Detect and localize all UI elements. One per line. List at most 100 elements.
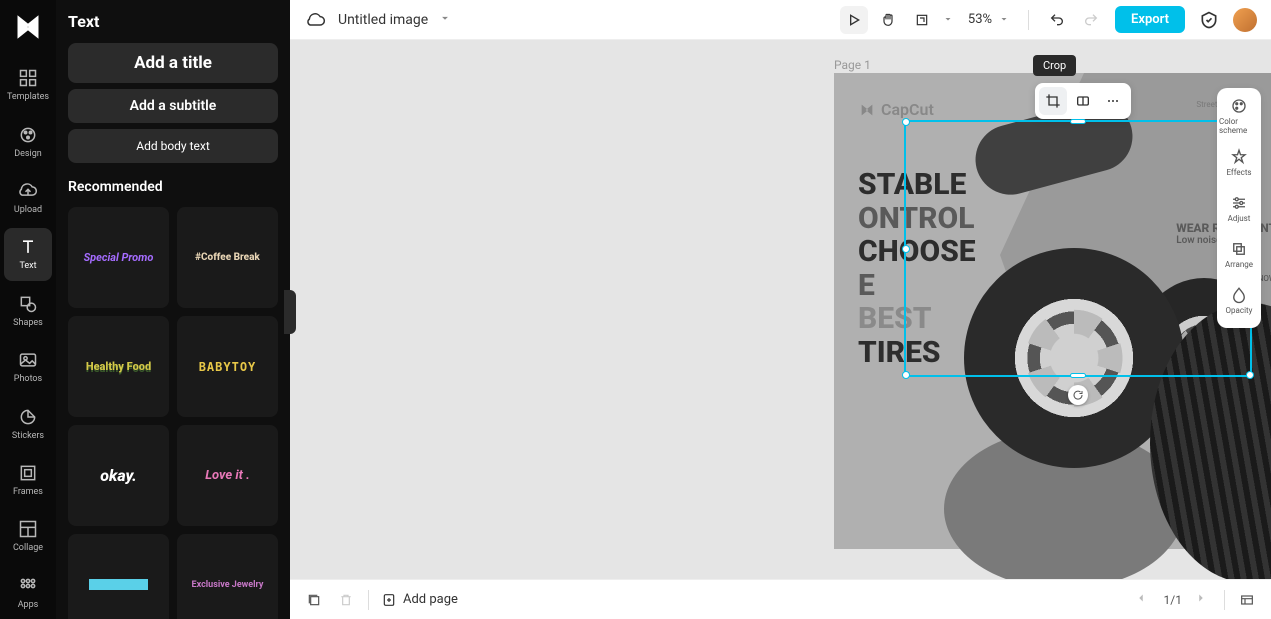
recommended-item-3[interactable]: BABYTOY	[177, 316, 278, 417]
recommended-label: Healthy Food	[86, 360, 151, 373]
divider	[1224, 590, 1225, 610]
headline-l6: TIRES	[858, 336, 976, 370]
nav-stickers-label: Stickers	[12, 431, 44, 441]
effects-button[interactable]: Effects	[1219, 140, 1259, 184]
headline-l5: BEST	[858, 302, 976, 336]
zoom-chevron-icon[interactable]	[998, 10, 1014, 29]
add-body-text-button[interactable]: Add body text	[68, 129, 278, 163]
file-title[interactable]: Untitled image	[338, 12, 428, 28]
app-logo[interactable]	[10, 10, 46, 45]
text-panel: Text Add a title Add a subtitle Add body…	[56, 0, 290, 619]
adjust-button[interactable]: Adjust	[1219, 186, 1259, 230]
flip-button[interactable]	[1069, 87, 1097, 115]
nav-rail: Templates Design Upload Text Shapes Phot…	[0, 0, 56, 619]
zoom-value[interactable]: 53%	[968, 12, 992, 27]
arrange-label: Arrange	[1225, 260, 1253, 269]
color-scheme-button[interactable]: Color scheme	[1219, 94, 1259, 138]
nav-photos[interactable]: Photos	[4, 341, 52, 393]
recommended-item-6[interactable]: FRESH LOOK	[68, 534, 169, 619]
recommended-label: Love it .	[205, 468, 250, 483]
nav-collage-label: Collage	[13, 543, 43, 553]
user-avatar[interactable]	[1233, 8, 1257, 32]
rotate-handle[interactable]	[1068, 385, 1088, 405]
page-indicator: 1/1	[1164, 593, 1182, 607]
nav-apps[interactable]: Apps	[4, 567, 52, 619]
effects-label: Effects	[1226, 168, 1251, 177]
nav-frames[interactable]: Frames	[4, 454, 52, 506]
crop-button[interactable]	[1039, 87, 1067, 115]
next-page-button[interactable]	[1194, 590, 1212, 609]
delete-page-button[interactable]	[336, 590, 356, 610]
recommended-label: #Coffee Break	[195, 252, 260, 263]
add-page-label: Add page	[403, 592, 458, 607]
hand-tool-button[interactable]	[874, 6, 902, 34]
prev-page-button[interactable]	[1134, 590, 1152, 609]
nav-design[interactable]: Design	[4, 115, 52, 167]
nav-design-label: Design	[14, 149, 42, 159]
recommended-item-0[interactable]: Special Promo	[68, 207, 169, 308]
panel-title: Text	[68, 12, 278, 31]
nav-templates-label: Templates	[7, 92, 49, 102]
recommended-label: FRESH LOOK	[89, 579, 148, 590]
adjust-label: Adjust	[1228, 214, 1251, 223]
page-label: Page 1	[834, 58, 871, 72]
recommended-heading: Recommended	[68, 179, 278, 195]
nav-shapes[interactable]: Shapes	[4, 285, 52, 337]
nav-shapes-label: Shapes	[13, 318, 43, 328]
nav-text-label: Text	[19, 261, 36, 271]
recommended-item-5[interactable]: Love it .	[177, 425, 278, 526]
nav-collage[interactable]: Collage	[4, 510, 52, 562]
divider	[1028, 10, 1029, 30]
add-title-button[interactable]: Add a title	[68, 43, 278, 83]
cloud-sync-icon[interactable]	[304, 8, 328, 32]
headline-l2: ONTROL	[858, 202, 976, 236]
recommended-item-4[interactable]: okay.	[68, 425, 169, 526]
opacity-button[interactable]: Opacity	[1219, 278, 1259, 322]
headline-l1: STABLE	[858, 168, 976, 202]
nav-text[interactable]: Text	[4, 228, 52, 280]
undo-button[interactable]	[1043, 6, 1071, 34]
file-menu-chevron-icon[interactable]	[438, 10, 454, 29]
nav-frames-label: Frames	[13, 487, 43, 497]
export-button[interactable]: Export	[1115, 6, 1185, 33]
add-page-button[interactable]: Add page	[381, 592, 458, 608]
recommended-label: Special Promo	[84, 251, 154, 264]
redo-button[interactable]	[1077, 6, 1105, 34]
add-subtitle-button[interactable]: Add a subtitle	[68, 89, 278, 123]
crop-tooltip: Crop	[1033, 55, 1076, 76]
recommended-label: Exclusive Jewelry	[192, 580, 264, 590]
watermark-text: CapCut	[881, 100, 934, 119]
bottom-bar: Add page 1/1	[290, 579, 1271, 619]
nav-templates[interactable]: Templates	[4, 59, 52, 111]
headline-text: STABLE ONTROL CHOOSE E BEST TIRES	[858, 168, 976, 370]
recommended-label: okay.	[100, 466, 137, 485]
canvas-page[interactable]: CapCut Street, Any City www STABLE ONTRO…	[834, 73, 1271, 549]
divider	[368, 590, 369, 610]
recommended-item-7[interactable]: Exclusive Jewelry	[177, 534, 278, 619]
more-options-button[interactable]	[1099, 87, 1127, 115]
checklist-button[interactable]	[1195, 6, 1223, 34]
headline-l3: CHOOSE	[858, 235, 976, 269]
resize-button[interactable]	[908, 6, 936, 34]
nav-upload[interactable]: Upload	[4, 172, 52, 224]
play-button[interactable]	[840, 6, 868, 34]
top-bar: Untitled image 53%	[290, 0, 1271, 40]
recommended-item-1[interactable]: #Coffee Break	[177, 207, 278, 308]
pages-panel-button[interactable]	[1237, 590, 1257, 610]
canvas-viewport[interactable]: Page 1 CapCut Street, Any City www STABL…	[290, 40, 1271, 579]
opacity-label: Opacity	[1226, 306, 1253, 315]
recommended-grid: Special Promo #Coffee Break Healthy Food BA…	[68, 207, 278, 619]
arrange-button[interactable]: Arrange	[1219, 232, 1259, 276]
recommended-label: BABYTOY	[199, 360, 257, 374]
nav-apps-label: Apps	[18, 600, 39, 610]
main-area: Untitled image 53%	[290, 0, 1271, 619]
recommended-item-2[interactable]: Healthy Food	[68, 316, 169, 417]
selection-toolbar	[1035, 83, 1131, 119]
duplicate-page-button[interactable]	[304, 590, 324, 610]
nav-photos-label: Photos	[14, 374, 42, 384]
nav-stickers[interactable]: Stickers	[4, 397, 52, 449]
nav-upload-label: Upload	[14, 205, 42, 215]
resize-chevron-icon[interactable]	[942, 10, 958, 29]
watermark: CapCut	[859, 100, 934, 119]
headline-l4: E	[858, 269, 976, 303]
